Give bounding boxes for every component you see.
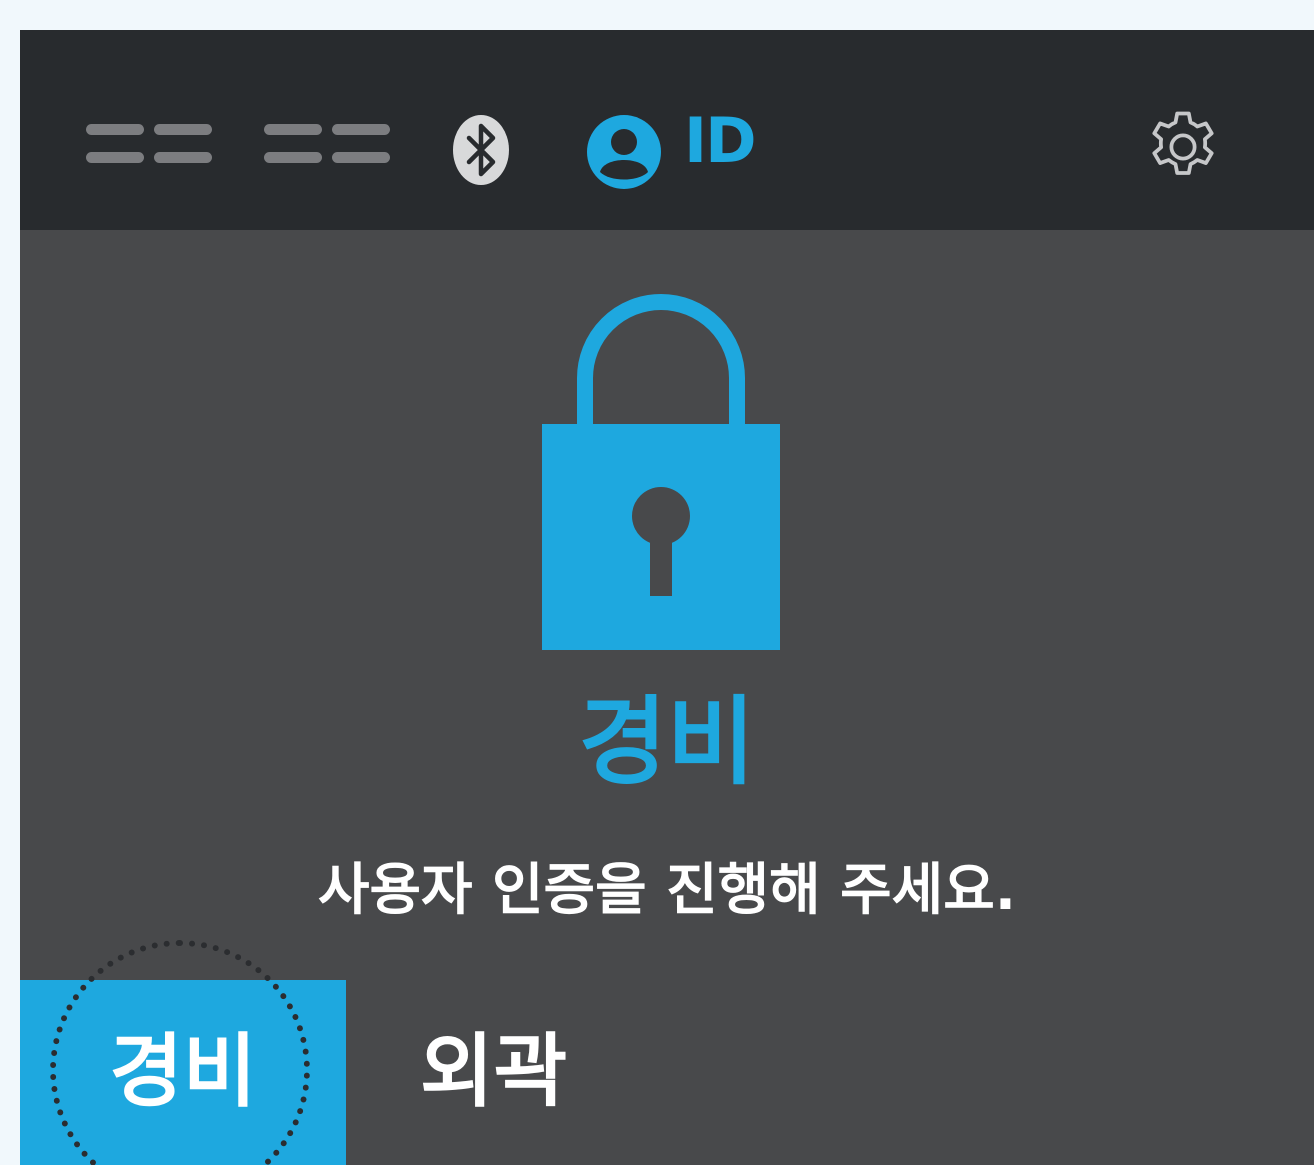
- signal-bars-icon: [86, 124, 214, 164]
- lock-icon: [540, 286, 782, 652]
- bluetooth-icon: [451, 114, 511, 190]
- auth-prompt: 사용자 인증을 진행해 주세요.: [317, 858, 1016, 923]
- gear-icon: [1152, 111, 1214, 175]
- signal-bars-icon: [264, 124, 392, 164]
- tab-guard[interactable]: 경비: [20, 980, 346, 1165]
- id-label: ID: [684, 104, 757, 177]
- tab-perimeter-label: 외곽: [420, 1025, 568, 1118]
- tab-perimeter[interactable]: 외곽: [366, 980, 666, 1165]
- settings-button[interactable]: [1142, 106, 1224, 188]
- status-bar: ID: [20, 30, 1314, 230]
- user-icon: [586, 114, 662, 194]
- mode-title: 경비: [578, 686, 756, 798]
- tab-guard-label: 경비: [109, 1025, 257, 1118]
- device-screen: ID 경비 사용자 인증을 진행해 주세요. 경비 외곽: [20, 30, 1314, 1165]
